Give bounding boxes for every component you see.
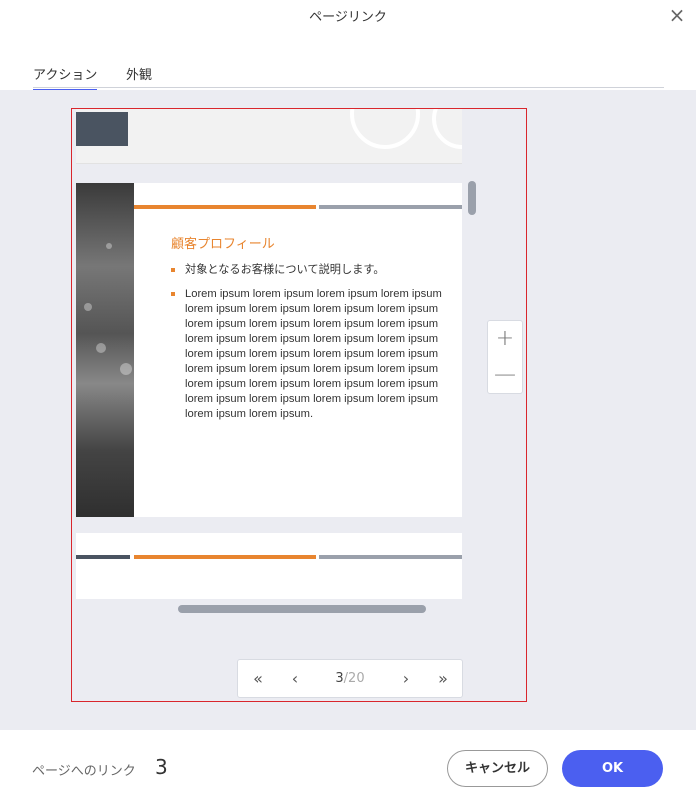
slide-thumbnail-next [76, 533, 462, 599]
last-page-icon[interactable]: » [428, 660, 458, 697]
next-page-icon[interactable]: › [391, 660, 421, 697]
total-pages: /20 [343, 671, 365, 686]
slide-logo-block [76, 112, 128, 146]
slide-accent-bar [76, 555, 130, 559]
zoom-controls: + — [487, 320, 523, 394]
slide-thumbnail-previous [76, 109, 462, 164]
slide-accent-bar [134, 205, 316, 209]
page-preview-viewport: 顧客プロフィール 対象となるお客様について説明します。 Lorem ipsum … [76, 109, 528, 701]
photo-highlight [106, 243, 112, 249]
previous-page-icon[interactable]: ‹ [280, 660, 310, 697]
page-link-value: 3 [155, 755, 168, 779]
photo-highlight [96, 343, 106, 353]
vertical-scrollbar-thumb[interactable] [468, 181, 476, 215]
zoom-out-icon[interactable]: — [488, 357, 522, 393]
page-preview-frame[interactable]: 顧客プロフィール 対象となるお客様について説明します。 Lorem ipsum … [71, 108, 527, 702]
page-indicator: 3/20 [320, 660, 380, 697]
page-navigator: « ‹ 3/20 › » [237, 659, 463, 698]
decorative-circle [350, 109, 420, 149]
current-page-number[interactable]: 3 [335, 671, 343, 686]
dialog-header: ページリンク × アクション 外観 [0, 0, 696, 91]
horizontal-scrollbar-thumb[interactable] [178, 605, 426, 613]
slide-bullet: Lorem ipsum lorem ipsum lorem ipsum lore… [171, 287, 462, 422]
slide-accent-bar [134, 555, 316, 559]
first-page-icon[interactable]: « [243, 660, 273, 697]
tab-appearance[interactable]: 外観 [126, 64, 152, 89]
photo-highlight [120, 363, 132, 375]
close-icon[interactable]: × [666, 4, 688, 26]
slide-photo [76, 183, 134, 517]
page-link-label: ページへのリンク [32, 764, 136, 779]
slide-bullet: 対象となるお客様について説明します。 [171, 263, 462, 278]
slide-heading: 顧客プロフィール [171, 237, 275, 252]
tab-bar: アクション 外観 [33, 64, 664, 91]
slide-accent-bar [319, 555, 462, 559]
dialog-title: ページリンク [309, 10, 387, 25]
slide-accent-bar [319, 205, 462, 209]
photo-highlight [84, 303, 92, 311]
dialog-footer: ページへのリンク 3 キャンセル OK [0, 730, 696, 800]
zoom-in-icon[interactable]: + [488, 321, 522, 357]
slide-current: 顧客プロフィール 対象となるお客様について説明します。 Lorem ipsum … [76, 183, 462, 517]
tab-action[interactable]: アクション [33, 64, 98, 91]
cancel-button[interactable]: キャンセル [447, 750, 548, 787]
ok-button[interactable]: OK [562, 750, 663, 787]
decorative-circle [432, 109, 462, 149]
